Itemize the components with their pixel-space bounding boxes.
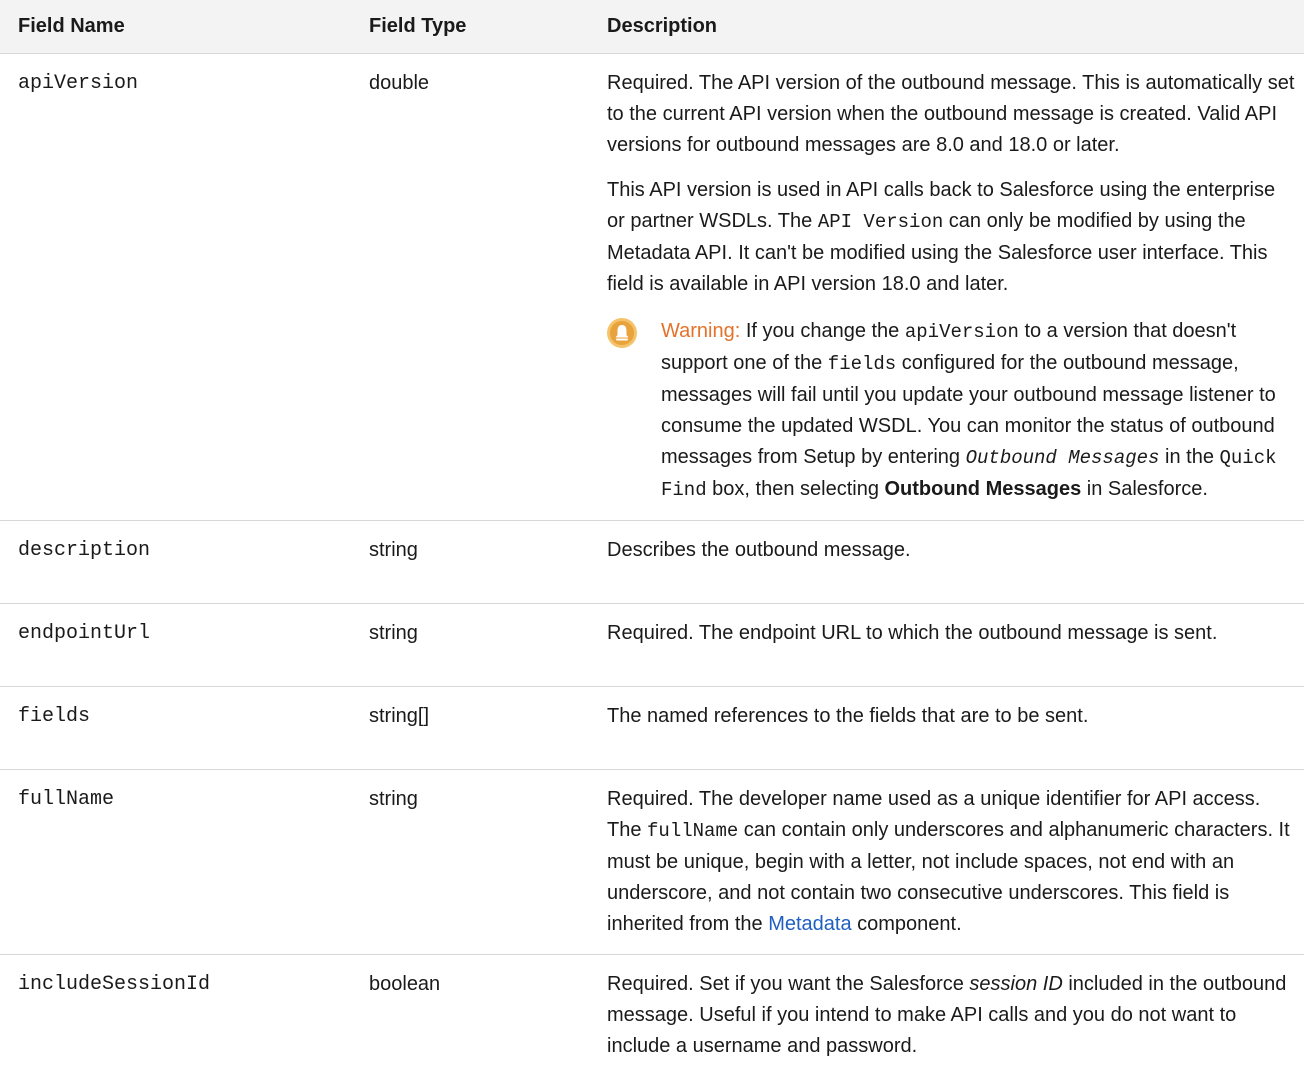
description-paragraph: This API version is used in API calls ba… (607, 175, 1296, 300)
warning-bell-icon (607, 318, 637, 348)
field-type: double (369, 54, 607, 521)
metadata-link[interactable]: Metadata (768, 913, 851, 935)
table-row: apiVersion double Required. The API vers… (0, 54, 1304, 521)
code-term: apiVersion (905, 321, 1019, 343)
code-term: fields (828, 353, 896, 375)
warning-note: Warning: If you change the apiVersion to… (607, 316, 1296, 506)
warning-label: Warning: (661, 320, 740, 342)
field-type: string (369, 770, 607, 955)
warning-text: Warning: If you change the apiVersion to… (661, 316, 1296, 506)
field-description: Describes the outbound message. (607, 521, 1304, 604)
code-term: Outbound Messages (966, 447, 1160, 469)
field-description: Required. The developer name used as a u… (607, 770, 1304, 955)
field-name: includeSessionId (0, 955, 369, 1076)
code-term: API Version (818, 211, 943, 233)
field-description: Required. The endpoint URL to which the … (607, 604, 1304, 687)
header-field-name: Field Name (0, 0, 369, 54)
table-row: fullName string Required. The developer … (0, 770, 1304, 955)
field-name: fullName (0, 770, 369, 955)
field-name: description (0, 521, 369, 604)
header-field-type: Field Type (369, 0, 607, 54)
field-description: Required. Set if you want the Salesforce… (607, 955, 1304, 1076)
table-row: includeSessionId boolean Required. Set i… (0, 955, 1304, 1076)
field-description: The named references to the fields that … (607, 687, 1304, 770)
field-name: endpointUrl (0, 604, 369, 687)
fields-table: Field Name Field Type Description apiVer… (0, 0, 1304, 1076)
header-description: Description (607, 0, 1304, 54)
field-description: Required. The API version of the outboun… (607, 54, 1304, 521)
field-type: string[] (369, 687, 607, 770)
table-row: endpointUrl string Required. The endpoin… (0, 604, 1304, 687)
table-row: fields string[] The named references to … (0, 687, 1304, 770)
emphasis-term: session ID (969, 973, 1062, 995)
ui-term: Outbound Messages (885, 478, 1082, 500)
table-header-row: Field Name Field Type Description (0, 0, 1304, 54)
field-type: boolean (369, 955, 607, 1076)
field-name: apiVersion (0, 54, 369, 521)
field-type: string (369, 521, 607, 604)
description-paragraph: Required. The API version of the outboun… (607, 68, 1296, 161)
code-term: fullName (647, 820, 738, 842)
table-row: description string Describes the outboun… (0, 521, 1304, 604)
field-name: fields (0, 687, 369, 770)
field-type: string (369, 604, 607, 687)
